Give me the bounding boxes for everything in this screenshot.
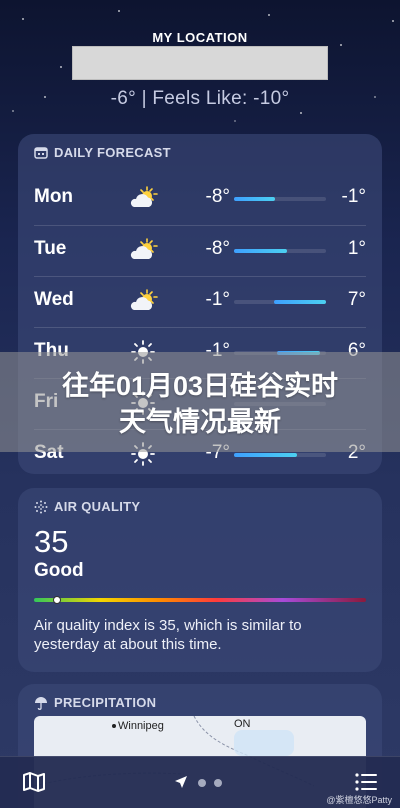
forecast-low: -8° bbox=[205, 238, 231, 259]
air-quality-icon bbox=[34, 500, 48, 513]
calendar-icon bbox=[34, 147, 48, 159]
watermark: @紫檀悠悠Patty bbox=[326, 795, 392, 805]
forecast-high: 1° bbox=[347, 238, 366, 259]
overlay-title: 往年01月03日硅谷实时 天气情况最新 bbox=[0, 368, 400, 440]
forecast-row-wed[interactable]: Wed -1° 7° bbox=[34, 276, 366, 327]
map-city-dot bbox=[112, 724, 116, 728]
air-quality-level: Good bbox=[34, 560, 84, 581]
daily-forecast-header: DAILY FORECAST bbox=[18, 134, 382, 160]
list-icon[interactable] bbox=[354, 771, 378, 793]
forecast-row-tue[interactable]: Tue -8° 1° bbox=[34, 225, 366, 276]
umbrella-icon bbox=[35, 696, 47, 710]
air-quality-header: AIR QUALITY bbox=[18, 488, 382, 514]
temperature-range-fill bbox=[234, 249, 288, 253]
air-quality-indicator bbox=[53, 596, 62, 604]
temperature-range-fill bbox=[234, 197, 276, 201]
forecast-row-mon[interactable]: Mon -8° -1° bbox=[34, 174, 366, 225]
title-overlay: 往年01月03日硅谷实时 天气情况最新 bbox=[0, 352, 400, 452]
partly-cloudy-icon bbox=[128, 288, 158, 314]
air-quality-description: Air quality index is 35, which is simila… bbox=[34, 617, 302, 653]
air-quality-value: 35 bbox=[34, 524, 69, 559]
air-quality-scale bbox=[34, 596, 366, 604]
forecast-day: Tue bbox=[34, 238, 67, 259]
map-icon[interactable] bbox=[22, 771, 46, 793]
map-label-ontario: ON bbox=[234, 718, 251, 730]
bottom-toolbar: @紫檀悠悠Patty bbox=[0, 756, 400, 808]
precipitation-title: PRECIPITATION bbox=[54, 695, 157, 710]
temperature-range-bar bbox=[234, 197, 326, 201]
location-label: MY LOCATION bbox=[152, 30, 248, 45]
precipitation-header: PRECIPITATION bbox=[18, 684, 382, 710]
air-quality-title: AIR QUALITY bbox=[54, 499, 141, 514]
partly-cloudy-icon bbox=[128, 185, 158, 211]
forecast-day: Wed bbox=[34, 289, 74, 310]
overlay-title-line2: 天气情况最新 bbox=[119, 407, 281, 437]
page-dot-2[interactable] bbox=[214, 779, 222, 787]
forecast-high: -1° bbox=[341, 186, 367, 207]
forecast-low: -1° bbox=[205, 289, 231, 310]
daily-forecast-title: DAILY FORECAST bbox=[54, 145, 171, 160]
location-header: MY LOCATION -6° | Feels Like: -10° bbox=[0, 0, 400, 125]
forecast-high: 7° bbox=[347, 289, 366, 310]
temperature-range-bar bbox=[234, 249, 326, 253]
redacted-location-box bbox=[72, 46, 328, 80]
page-dot-1[interactable] bbox=[198, 779, 206, 787]
temperature-range-bar bbox=[234, 453, 326, 457]
temperature-range-fill bbox=[273, 300, 326, 304]
map-label-winnipeg: Winnipeg bbox=[118, 720, 164, 732]
temperature-range-fill bbox=[234, 453, 297, 457]
overlay-title-line1: 往年01月03日硅谷实时 bbox=[61, 371, 339, 401]
forecast-low: -8° bbox=[205, 186, 231, 207]
partly-cloudy-icon bbox=[128, 237, 158, 263]
temperature-range-bar bbox=[234, 300, 326, 304]
current-temperature: -6° | Feels Like: -10° bbox=[110, 88, 290, 109]
air-quality-card[interactable]: AIR QUALITY 35 Good Air quality index is… bbox=[18, 488, 382, 672]
location-arrow-icon[interactable] bbox=[174, 775, 188, 789]
forecast-day: Mon bbox=[34, 186, 74, 207]
